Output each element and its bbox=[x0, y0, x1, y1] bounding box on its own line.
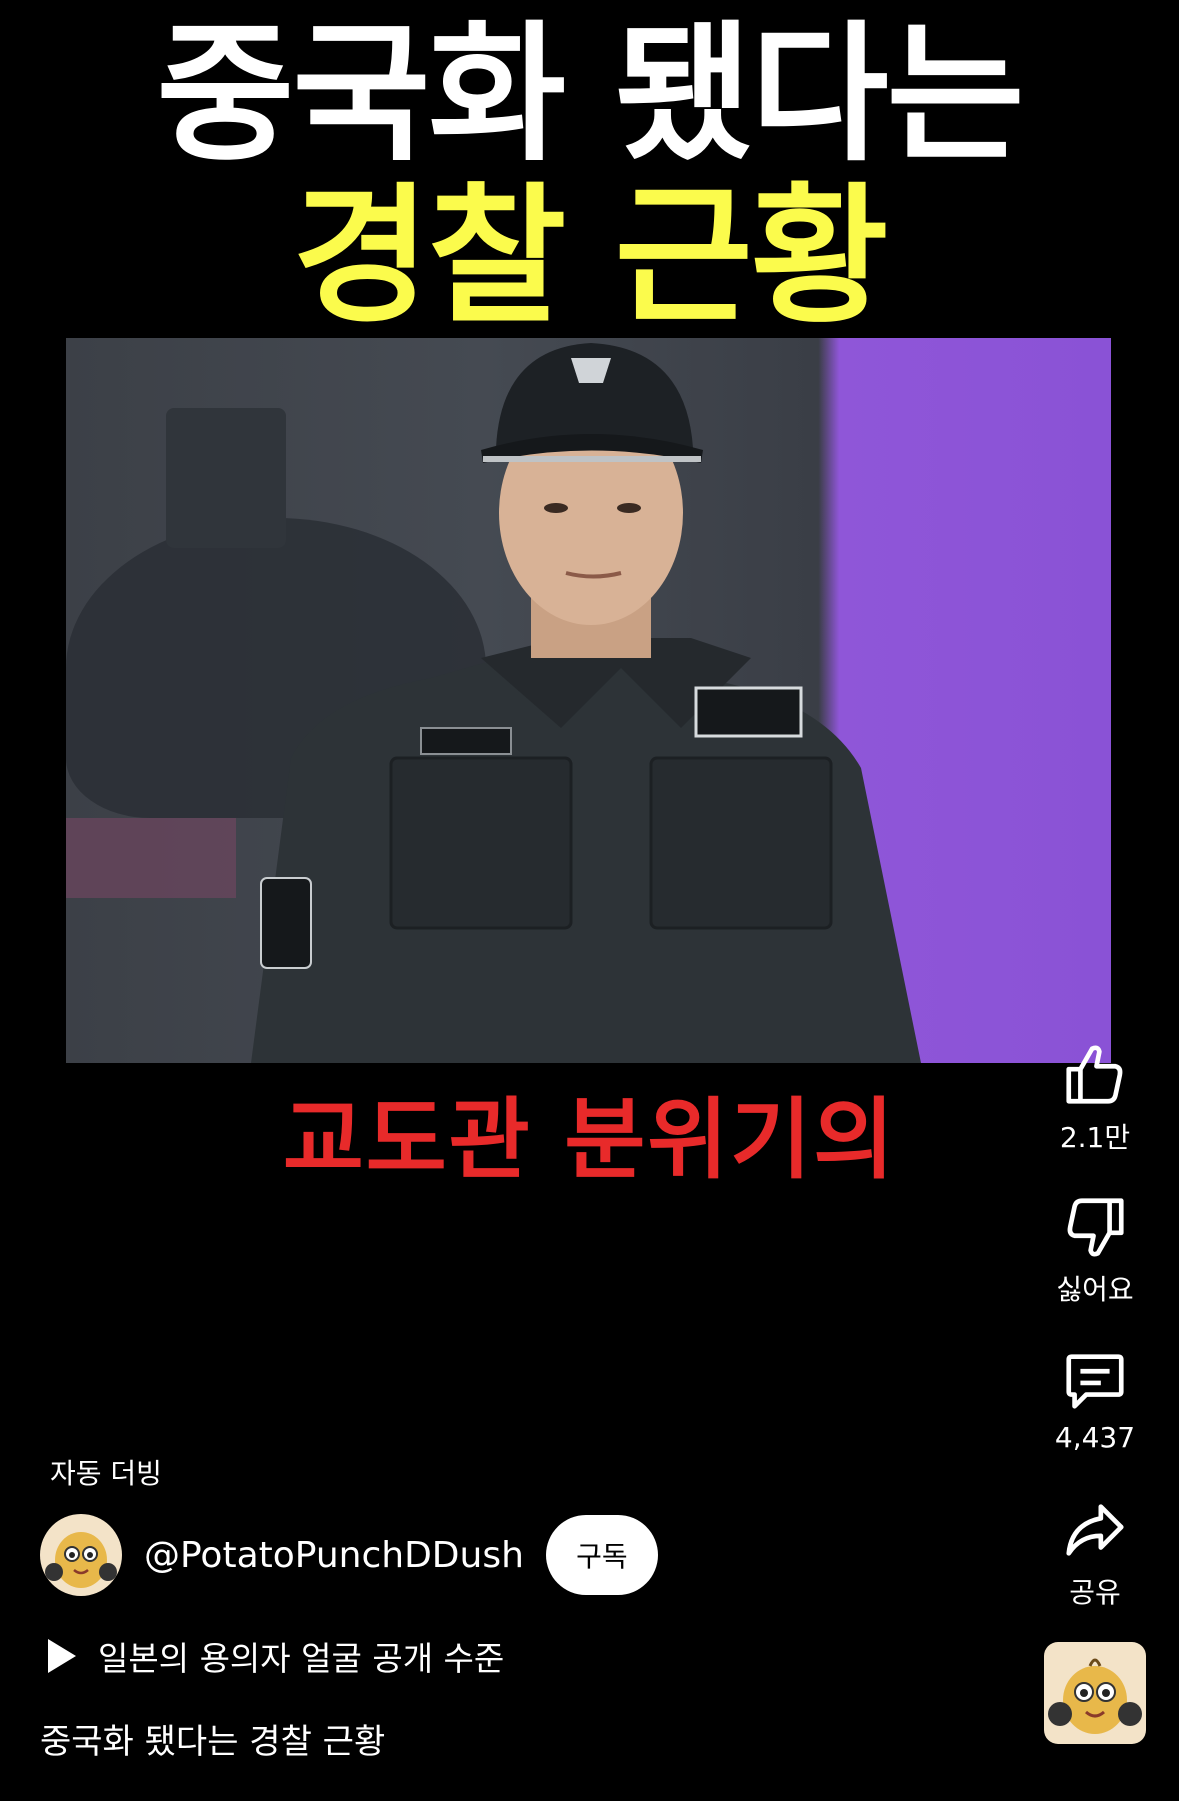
sound-thumbnail[interactable] bbox=[1044, 1642, 1146, 1744]
thumbs-up-icon[interactable] bbox=[1060, 1040, 1130, 1110]
related-video-link[interactable]: 일본의 용의자 얼굴 공개 수준 bbox=[48, 1632, 504, 1680]
channel-avatar[interactable] bbox=[40, 1514, 122, 1596]
like-count: 2.1만 bbox=[1059, 1121, 1131, 1154]
channel-handle[interactable]: @PotatoPunchDDush bbox=[144, 1535, 524, 1576]
comment-icon[interactable] bbox=[1060, 1345, 1130, 1415]
related-video-title: 일본의 용의자 얼굴 공개 수준 bbox=[98, 1639, 505, 1678]
comment-count: 4,437 bbox=[1054, 1421, 1136, 1454]
potato-mascot-icon bbox=[1048, 1658, 1142, 1734]
auto-dubbing-label: 자동 더빙 bbox=[50, 1457, 162, 1490]
comments-action[interactable]: 4,437 bbox=[1035, 1345, 1155, 1454]
share-label: 공유 bbox=[1069, 1576, 1121, 1609]
channel-row: @PotatoPunchDDush 구독 bbox=[40, 1514, 658, 1596]
like-action[interactable]: 2.1만 bbox=[1035, 1040, 1155, 1156]
overlay-headline-line2: 경찰 근황 bbox=[292, 170, 888, 344]
share-action[interactable]: 공유 bbox=[1035, 1495, 1155, 1611]
overlay-headline-line1: 중국화 됐다는 bbox=[156, 8, 1024, 182]
overlay-caption: 교도관 분위기의 bbox=[282, 1088, 897, 1191]
dislike-action[interactable]: 싫어요 bbox=[1035, 1192, 1155, 1308]
thumbs-down-icon[interactable] bbox=[1060, 1192, 1130, 1262]
subscribe-button[interactable]: 구독 bbox=[545, 1515, 658, 1595]
play-icon bbox=[48, 1639, 76, 1673]
video-frame-photo bbox=[66, 338, 1111, 1063]
potato-mascot-icon bbox=[45, 1532, 117, 1588]
police-officer-figure bbox=[251, 343, 921, 1063]
share-icon[interactable] bbox=[1060, 1495, 1130, 1565]
video-title[interactable]: 중국화 됐다는 경찰 근황 bbox=[40, 1714, 385, 1763]
dislike-label: 싫어요 bbox=[1056, 1273, 1134, 1306]
